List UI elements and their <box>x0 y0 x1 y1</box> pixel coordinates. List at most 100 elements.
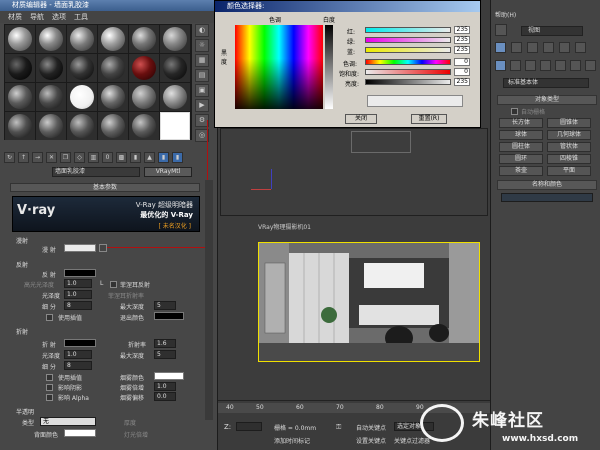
affect-shadows-checkbox[interactable] <box>46 384 53 391</box>
viewport-layout-icon[interactable] <box>495 24 507 36</box>
object-name-field[interactable] <box>501 193 593 202</box>
sphere-button[interactable]: 球体 <box>499 130 543 140</box>
material-slot[interactable] <box>36 54 66 82</box>
fog-color-swatch[interactable] <box>154 372 184 380</box>
uv-tiling-icon[interactable]: ▤ <box>195 69 209 82</box>
plane-button[interactable]: 平面 <box>547 166 591 176</box>
material-slot[interactable] <box>98 112 128 140</box>
menu-navigation[interactable]: 导航 <box>30 11 44 23</box>
display-tab-icon[interactable] <box>559 42 570 53</box>
object-type-rollout[interactable]: 对象类型 <box>497 95 597 105</box>
geometry-category-dropdown[interactable]: 标准基本体 <box>503 78 589 88</box>
name-color-rollout[interactable]: 名称和颜色 <box>497 180 597 190</box>
diffuse-color-swatch[interactable] <box>64 244 96 252</box>
material-slot[interactable] <box>160 54 190 82</box>
translucency-type-dropdown[interactable]: 无 <box>40 417 96 426</box>
red-input[interactable]: 235 <box>454 26 470 34</box>
preview-icon[interactable]: ▶ <box>195 99 209 112</box>
pick-material-icon[interactable]: ▮ <box>172 151 183 163</box>
exit-color-swatch[interactable] <box>154 312 184 320</box>
sample-type-icon[interactable]: ◐ <box>195 24 209 37</box>
key-icon[interactable]: ⚿ <box>336 423 348 432</box>
material-slot[interactable] <box>5 83 35 111</box>
put-to-scene-icon[interactable]: ↑ <box>18 151 29 163</box>
utilities-tab-icon[interactable] <box>575 42 586 53</box>
green-input[interactable]: 235 <box>454 36 470 44</box>
reset-button[interactable]: 重置(R) <box>411 114 447 124</box>
material-slot[interactable] <box>5 25 35 53</box>
saturation-input[interactable]: 0 <box>454 68 470 76</box>
assign-material-icon[interactable]: → <box>32 151 43 163</box>
help-menu[interactable]: 帮助(H) <box>495 10 516 19</box>
material-type-button[interactable]: VRayMtl <box>144 167 192 177</box>
blue-slider[interactable] <box>365 47 451 53</box>
geosphere-button[interactable]: 几何球体 <box>547 130 591 140</box>
material-slot[interactable] <box>98 25 128 53</box>
hue-input[interactable]: 0 <box>454 58 470 66</box>
value-slider[interactable] <box>365 79 451 85</box>
refract-subdiv-input[interactable]: 8 <box>64 361 92 370</box>
go-to-parent-icon[interactable]: ▲ <box>144 151 155 163</box>
red-slider[interactable] <box>365 27 451 33</box>
lock-button[interactable]: L <box>100 280 103 287</box>
menu-options[interactable]: 选项 <box>52 11 66 23</box>
camera-viewport-render[interactable] <box>258 242 480 362</box>
refract-gloss-input[interactable]: 1.0 <box>64 350 92 359</box>
viewport-camera-label[interactable]: VRay物理摄影机01 <box>258 222 311 231</box>
refract-color-swatch[interactable] <box>64 339 96 347</box>
material-slot[interactable] <box>129 83 159 111</box>
cone-button[interactable]: 圆锥体 <box>547 118 591 128</box>
material-slot[interactable] <box>67 25 97 53</box>
hue-slider[interactable] <box>365 59 451 65</box>
menu-material[interactable]: 材质 <box>8 11 22 23</box>
menu-utilities[interactable]: 工具 <box>74 11 88 23</box>
fresnel-checkbox[interactable] <box>110 281 117 288</box>
affect-alpha-checkbox[interactable] <box>46 394 53 401</box>
show-end-result-icon[interactable]: ▮ <box>130 151 141 163</box>
cameras-icon[interactable] <box>540 60 551 71</box>
get-material-icon[interactable]: ↻ <box>4 151 15 163</box>
back-color-swatch[interactable] <box>64 429 96 437</box>
hilight-gloss-input[interactable]: 1.0 <box>64 279 92 288</box>
backlight-icon[interactable]: ☼ <box>195 39 209 52</box>
reflect-subdiv-input[interactable]: 8 <box>64 301 92 310</box>
color-picker-dialog[interactable]: 颜色选择器: 色调 白度 黑度 红: 235 绿: 235 蓝: 235 色调:… <box>214 0 481 128</box>
cylinder-button[interactable]: 圆柱体 <box>499 142 543 152</box>
material-slot[interactable] <box>5 54 35 82</box>
material-slot[interactable] <box>36 25 66 53</box>
material-slot[interactable] <box>36 112 66 140</box>
material-slot[interactable] <box>160 25 190 53</box>
green-slider[interactable] <box>365 37 451 43</box>
hierarchy-tab-icon[interactable] <box>527 42 538 53</box>
material-slot[interactable] <box>129 54 159 82</box>
spacewarps-icon[interactable] <box>570 60 581 71</box>
put-to-library-icon[interactable]: ▥ <box>88 151 99 163</box>
pyramid-button[interactable]: 四棱锥 <box>547 154 591 164</box>
diffuse-map-button[interactable] <box>99 244 107 252</box>
whiteness-slider[interactable] <box>325 25 333 109</box>
reflect-use-interp-checkbox[interactable] <box>46 314 53 321</box>
material-slot[interactable] <box>36 83 66 111</box>
material-editor-window[interactable]: 材质编辑器 - 墙面乳胶漆 材质 导航 选项 工具 ◐ ☼ ▦ ▤ ▣ ▶ ⚙ … <box>0 0 218 450</box>
shapes-icon[interactable] <box>510 60 521 71</box>
reference-coord-dropdown[interactable]: 视图 <box>521 26 583 36</box>
make-unique-icon[interactable]: ◇ <box>74 151 85 163</box>
show-map-icon[interactable]: ▩ <box>116 151 127 163</box>
helpers-icon[interactable] <box>555 60 566 71</box>
create-tab-icon[interactable] <box>495 42 506 53</box>
material-slot[interactable] <box>67 54 97 82</box>
z-coord-input[interactable] <box>236 422 262 431</box>
reflect-max-depth-input[interactable]: 5 <box>154 301 176 310</box>
material-slot[interactable] <box>98 83 128 111</box>
refract-max-depth-input[interactable]: 5 <box>154 350 176 359</box>
material-slot[interactable] <box>67 83 97 111</box>
lights-icon[interactable] <box>525 60 536 71</box>
auto-grid-checkbox[interactable] <box>511 108 518 115</box>
material-name-field[interactable]: 墙面乳胶漆 <box>52 167 140 177</box>
tube-button[interactable]: 管状体 <box>547 142 591 152</box>
material-slot[interactable] <box>129 25 159 53</box>
reflect-gloss-input[interactable]: 1.0 <box>64 290 92 299</box>
command-panel[interactable]: 帮助(H) 视图 标准基本体 对象类型 自动栅格 长方体 圆锥体 球体 几何球体… <box>490 0 600 450</box>
viewport-top[interactable] <box>220 128 488 216</box>
material-effects-icon[interactable]: 0 <box>102 151 113 163</box>
